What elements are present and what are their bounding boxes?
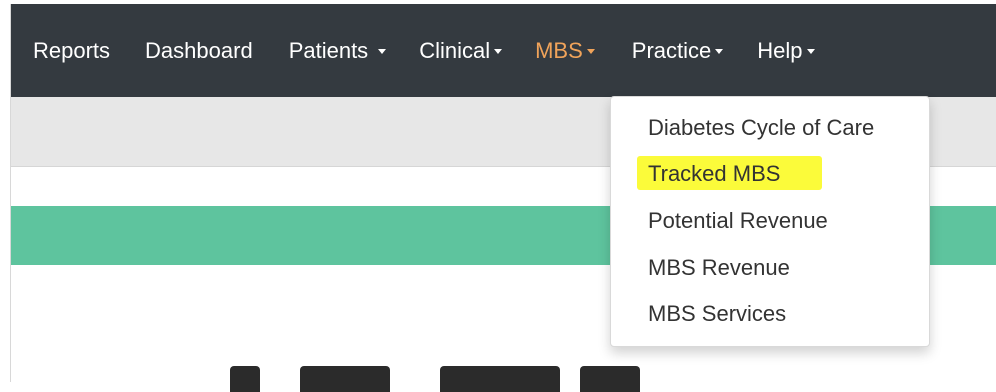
left-edge [0,0,11,382]
nav-item-label: Help [757,37,803,63]
nav-item-label: Patients [288,37,369,63]
nav-item-clinical[interactable]: Clinical [419,37,503,64]
title-glyph [440,366,560,392]
title-glyph [300,366,390,392]
page-title-fragment [230,352,650,392]
caret-down-icon [586,49,595,54]
menu-item-diabetes-cycle-of-care[interactable]: Diabetes Cycle of Care [648,115,874,141]
nav-item-reports[interactable]: Reports [33,38,110,64]
top-edge [0,0,996,4]
menu-item-mbs-revenue[interactable]: MBS Revenue [648,255,790,281]
caret-down-icon [378,49,387,54]
caret-down-icon [494,49,503,54]
nav-item-label: Reports [33,37,111,63]
nav-item-practice[interactable]: Practice [631,37,724,64]
menu-item-potential-revenue[interactable]: Potential Revenue [648,208,828,234]
caret-down-icon [715,49,724,54]
nav-item-label: Clinical [419,37,491,63]
top-navbar: Reports Dashboard Patients Clinical MBS … [0,4,996,97]
menu-item-mbs-services[interactable]: MBS Services [648,301,786,327]
nav-item-label: Dashboard [145,37,253,63]
nav-item-help[interactable]: Help [757,37,815,64]
title-glyph [580,366,640,392]
nav-item-label: MBS [535,37,583,63]
title-glyph [230,366,260,392]
nav-item-label: Practice [631,37,712,63]
nav-items: Reports Dashboard Patients Clinical MBS … [33,4,815,97]
menu-item-tracked-mbs[interactable]: Tracked MBS [648,161,780,187]
nav-item-mbs[interactable]: MBS [535,38,595,64]
nav-item-dashboard[interactable]: Dashboard [145,38,253,64]
nav-item-patients[interactable]: Patients [289,38,387,64]
mbs-dropdown-menu: Diabetes Cycle of Care Tracked MBS Poten… [610,96,930,347]
caret-down-icon [806,49,815,54]
